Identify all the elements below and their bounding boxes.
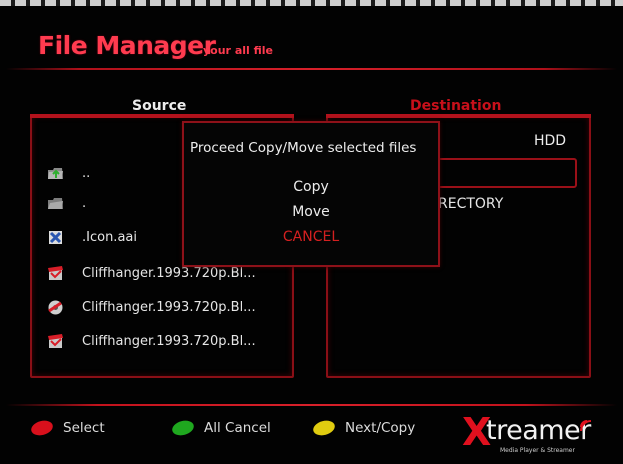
xtreamer-logo: X treamer Media Player & Streamer [462,410,592,456]
yellow-button-icon [311,418,337,438]
file-row[interactable]: Cliffhanger.1993.720p.Bl... [47,330,256,352]
page-subtitle: your all file [203,44,273,57]
source-panel-label: Source [132,98,187,114]
cancel-option[interactable]: CANCEL [184,229,438,245]
hint-next-copy: Next/Copy [311,418,416,438]
footer-divider [6,404,617,406]
logo-tagline: Media Player & Streamer [500,447,575,454]
file-row[interactable]: Cliffhanger.1993.720p.Bl... [47,296,256,318]
file-row[interactable]: . [47,192,86,214]
move-option[interactable]: Move [184,204,438,220]
hint-select: Select [29,418,105,438]
file-name: . [82,195,87,211]
top-decor-strip [0,0,623,6]
dialog-prompt: Proceed Copy/Move selected files [190,140,417,156]
header-divider [6,68,617,70]
hint-all-cancel-label: All Cancel [204,420,271,436]
destination-directory: RECTORY [438,196,504,212]
hint-all-cancel: All Cancel [170,418,271,438]
file-row[interactable]: .. [47,162,90,184]
folder-icon [47,195,64,212]
copy-move-dialog: Proceed Copy/Move selected files Copy Mo… [182,121,440,267]
logo-name: treamer [486,415,591,446]
file-row[interactable]: .Icon.aai [47,226,137,248]
signal-icon [580,420,592,432]
hint-next-copy-label: Next/Copy [345,420,416,436]
folder-up-icon [47,165,64,182]
video-file-icon [47,299,64,316]
green-button-icon [170,418,196,438]
video-file-icon [47,333,64,350]
destination-panel-topbar [326,114,591,118]
red-button-icon [29,418,55,438]
file-name: Cliffhanger.1993.720p.Bl... [82,265,256,281]
file-name: .Icon.aai [82,229,137,245]
copy-option[interactable]: Copy [184,179,438,195]
video-file-icon [47,265,64,282]
destination-path-input[interactable] [432,158,577,188]
page-title: File Manager [38,31,216,60]
source-panel-topbar [30,114,294,118]
destination-drive[interactable]: HDD [534,133,566,149]
file-name: Cliffhanger.1993.720p.Bl... [82,299,256,315]
image-file-icon [47,229,64,246]
hint-select-label: Select [63,420,105,436]
file-name: Cliffhanger.1993.720p.Bl... [82,333,256,349]
destination-panel-label: Destination [410,98,502,114]
file-name: .. [82,165,91,181]
